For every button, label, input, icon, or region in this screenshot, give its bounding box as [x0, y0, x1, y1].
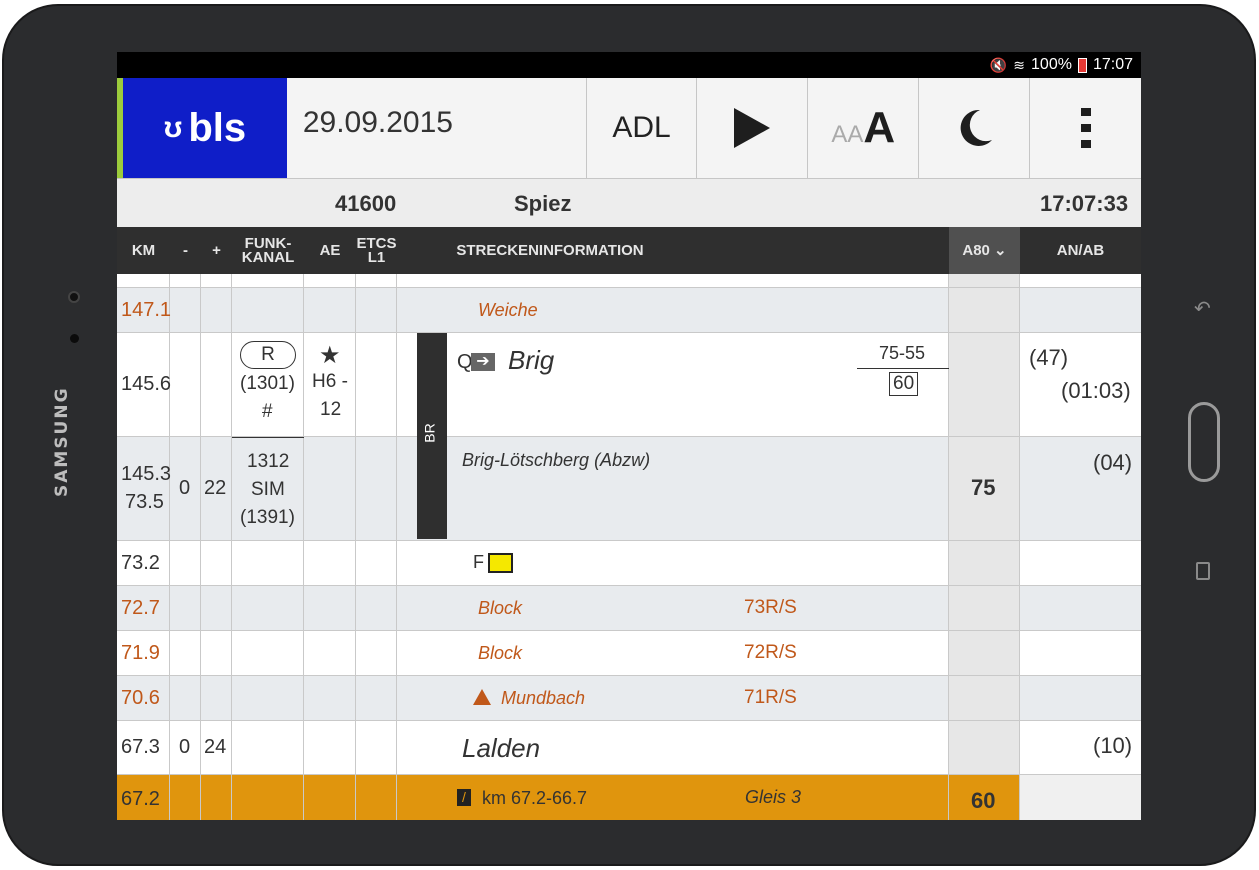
battery-level: 100%: [1031, 56, 1072, 73]
brake-section-bar: BR: [417, 333, 447, 539]
bls-logo: ʊ bls: [123, 78, 287, 178]
column-header: KM - + FUNK-KANAL AE ETCS L1 STRECKENINF…: [117, 227, 1141, 274]
speed-column-select[interactable]: A80 ⌄: [949, 227, 1020, 274]
col-etcs: ETCS L1: [356, 234, 397, 266]
more-vertical-icon: [1080, 108, 1091, 148]
font-large-icon: A: [863, 103, 896, 152]
table-row-current[interactable]: 67.2 / km 67.2-66.7 Gleis 3 60: [117, 775, 1141, 820]
bls-mark-icon: ʊ: [163, 111, 183, 144]
col-anab: AN/AB: [1056, 241, 1105, 259]
departure-time: (01:03): [1061, 378, 1131, 403]
col-plus: +: [212, 241, 221, 259]
table-row[interactable]: 73.2 F: [117, 541, 1141, 586]
app-header: ʊ bls 29.09.2015 ADL AAA: [117, 78, 1141, 179]
play-icon: [734, 108, 771, 148]
overflow-menu-button[interactable]: [1030, 78, 1141, 178]
radio-channel-badge: R: [240, 341, 296, 369]
slow-zone-icon: /: [457, 789, 471, 806]
col-strecke: STRECKENINFORMATION: [456, 241, 644, 259]
font-small-icon: AA: [831, 121, 864, 148]
col-ae: AE: [319, 241, 341, 259]
table-row[interactable]: 145.6 R (1301) # ★ H6 - 12 Q ➔ Brig 75-5…: [117, 333, 1141, 437]
star-icon: ★: [319, 342, 341, 369]
arrow-right-icon: ➔: [471, 353, 495, 371]
signal-board-icon: [488, 553, 513, 573]
home-button[interactable]: [1188, 402, 1220, 482]
table-row[interactable]: 71.9 Block 72R/S: [117, 631, 1141, 676]
warning-triangle-icon: [473, 689, 491, 705]
status-time: 17:07: [1092, 56, 1133, 73]
train-number: 41600: [335, 191, 397, 216]
table-row[interactable]: 67.3 0 24 Lalden (10): [117, 721, 1141, 775]
device-brand: SAMSUNG: [52, 386, 72, 498]
night-mode-button[interactable]: [919, 78, 1031, 178]
station-name: Lalden: [462, 733, 541, 763]
battery-icon: [1077, 57, 1087, 73]
recent-apps-icon[interactable]: [1196, 562, 1210, 580]
current-station: Spiez: [514, 191, 572, 216]
table-row[interactable]: 72.7 Block 73R/S: [117, 586, 1141, 631]
proximity-sensor: [70, 334, 79, 343]
station-name: Brig: [508, 345, 555, 375]
font-size-button[interactable]: AAA: [808, 78, 920, 178]
table-row[interactable]: 70.6 Mundbach 71R/S: [117, 676, 1141, 721]
col-funk: FUNK-KANAL: [241, 234, 295, 266]
moon-icon: [960, 109, 993, 146]
point-label: Weiche: [478, 300, 538, 320]
table-row[interactable]: 147.1 Weiche: [117, 288, 1141, 333]
speed-value: 60: [971, 788, 996, 813]
train-info-bar: 41600 Spiez 17:07:33: [117, 179, 1141, 227]
speed-value: 75: [971, 475, 996, 500]
back-key-icon[interactable]: ↶: [1194, 296, 1211, 321]
current-clock: 17:07:33: [1040, 191, 1129, 216]
table-row[interactable]: 145.3 73.5 0 22 1312 SIM (1391) Brig-Löt…: [117, 437, 1141, 541]
play-button[interactable]: [697, 78, 809, 178]
app-screen: 🔇 ≋ 100% 17:07 ʊ bls 29.09.2015 ADL AAA …: [117, 52, 1141, 820]
adl-button[interactable]: ADL: [587, 78, 698, 178]
col-km: KM: [131, 241, 156, 259]
status-bar: 🔇 ≋ 100% 17:07: [117, 52, 1141, 78]
front-camera: [68, 291, 80, 303]
mute-icon: 🔇: [989, 56, 1008, 73]
wifi-icon: ≋: [1013, 56, 1026, 73]
speed-limit-box: 60: [889, 372, 919, 396]
arrival-time: (47): [1029, 345, 1069, 370]
current-date: 29.09.2015: [287, 78, 587, 178]
table-row: [117, 274, 1141, 288]
col-minus: -: [183, 241, 188, 259]
